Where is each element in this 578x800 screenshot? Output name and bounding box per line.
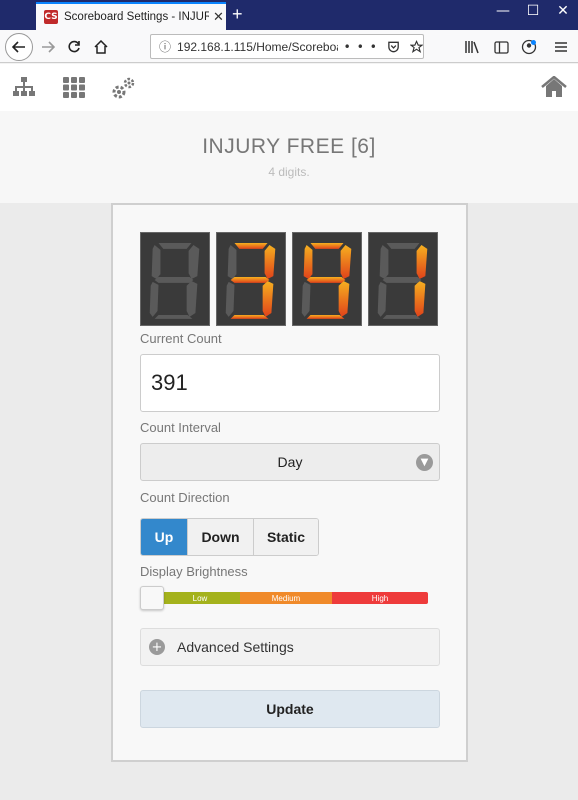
segment-c	[338, 280, 350, 317]
library-button[interactable]	[460, 35, 484, 59]
browser-navbar: ⓘ 192.168.1.115/Home/Scoreboard •••	[0, 30, 578, 63]
close-window-button[interactable]: ✕	[548, 3, 578, 19]
brightness-medium-segment: Medium	[240, 592, 332, 604]
digit-1	[140, 232, 210, 326]
url-bar[interactable]: ⓘ 192.168.1.115/Home/Scoreboard •••	[150, 34, 424, 59]
browser-tab[interactable]: CS Scoreboard Settings - INJURY FREE ✕	[36, 2, 226, 30]
library-icon	[465, 41, 479, 54]
count-direction-toggle: Up Down Static	[140, 518, 319, 556]
segment-c	[414, 280, 426, 317]
brightness-slider-handle[interactable]	[140, 586, 164, 610]
page-title: INJURY FREE [6]	[202, 135, 376, 158]
menu-button[interactable]	[549, 35, 573, 59]
current-count-input[interactable]: 391	[140, 354, 440, 412]
hamburger-icon	[555, 42, 567, 52]
new-tab-button[interactable]: +	[232, 4, 243, 25]
page-actions-icon[interactable]: •••	[344, 40, 383, 54]
brightness-low-segment: Low	[160, 592, 240, 604]
segment-b	[416, 245, 428, 279]
minimize-button[interactable]: —	[488, 3, 518, 19]
pocket-icon[interactable]	[387, 40, 400, 54]
segment-b	[264, 245, 276, 279]
segment-g	[306, 277, 346, 283]
plus-circle-icon: +	[149, 639, 165, 655]
segment-e	[149, 281, 159, 317]
direction-down-button[interactable]: Down	[188, 519, 254, 555]
sidebar-button[interactable]	[489, 35, 513, 59]
count-direction-label: Count Direction	[140, 490, 230, 505]
segment-e	[377, 281, 387, 317]
bookmark-star-icon[interactable]	[409, 39, 424, 54]
direction-static-button[interactable]: Static	[254, 519, 318, 555]
browser-titlebar: CS Scoreboard Settings - INJURY FREE ✕ +…	[0, 0, 578, 30]
grid-icon[interactable]	[62, 76, 86, 98]
forward-button[interactable]	[36, 35, 60, 59]
segment-e	[301, 281, 311, 317]
site-logo-icon: CS	[44, 10, 58, 24]
segment-a	[310, 243, 344, 249]
segment-g	[230, 277, 270, 283]
current-count-label: Current Count	[140, 331, 222, 346]
segment-a	[386, 243, 420, 249]
segment-f	[303, 245, 313, 279]
segment-f	[151, 245, 161, 279]
segment-c	[186, 280, 198, 317]
account-button[interactable]	[517, 35, 541, 59]
sidebar-icon	[493, 40, 509, 54]
back-arrow-icon	[12, 41, 25, 53]
back-button[interactable]	[5, 33, 33, 61]
segment-g	[154, 277, 194, 283]
segment-a	[158, 243, 192, 249]
segment-d	[382, 314, 421, 319]
sitemap-icon[interactable]	[12, 76, 36, 98]
segment-e	[225, 281, 235, 317]
brightness-track[interactable]: Low Medium High	[160, 592, 428, 604]
count-interval-select[interactable]: Day ▼	[140, 443, 440, 481]
settings-card: Current Count 391 Count Interval Day ▼ C…	[111, 203, 468, 762]
tab-close-icon[interactable]: ✕	[213, 9, 224, 25]
page-header: INJURY FREE [6] 4 digits.	[0, 111, 578, 203]
app-toolbar	[0, 64, 578, 111]
segment-b	[340, 245, 352, 279]
segment-d	[306, 314, 345, 319]
tab-title: Scoreboard Settings - INJURY FREE	[64, 11, 209, 23]
count-interval-value: Day	[277, 454, 303, 470]
segment-c	[262, 280, 274, 317]
count-interval-label: Count Interval	[140, 420, 221, 435]
home-icon	[94, 40, 108, 54]
site-info-icon[interactable]: ⓘ	[159, 38, 171, 55]
account-icon	[521, 39, 537, 55]
chevron-down-icon: ▼	[416, 454, 433, 471]
home-icon[interactable]	[541, 76, 567, 98]
maximize-button[interactable]: ☐	[518, 3, 548, 19]
display-brightness-label: Display Brightness	[140, 564, 248, 579]
forward-arrow-icon	[42, 41, 55, 53]
segment-f	[227, 245, 237, 279]
page-subtitle: 4 digits.	[268, 165, 310, 179]
home-button[interactable]	[89, 35, 113, 59]
segment-g	[382, 277, 422, 283]
segment-d	[230, 314, 269, 319]
reload-icon	[68, 40, 80, 53]
brightness-high-segment: High	[332, 592, 428, 604]
digit-4	[368, 232, 438, 326]
digit-2	[216, 232, 286, 326]
segment-f	[379, 245, 389, 279]
seven-segment-display	[140, 232, 438, 326]
digit-3	[292, 232, 362, 326]
advanced-settings-label: Advanced Settings	[177, 639, 294, 655]
url-text[interactable]: 192.168.1.115/Home/Scoreboard	[177, 40, 338, 54]
gears-icon[interactable]	[111, 76, 137, 100]
update-button[interactable]: Update	[140, 690, 440, 728]
segment-b	[188, 245, 200, 279]
reload-button[interactable]	[62, 35, 86, 59]
segment-d	[154, 314, 193, 319]
segment-a	[234, 243, 268, 249]
advanced-settings-toggle[interactable]: + Advanced Settings	[140, 628, 440, 666]
brightness-slider[interactable]: Low Medium High	[140, 586, 430, 610]
direction-up-button[interactable]: Up	[141, 519, 188, 555]
